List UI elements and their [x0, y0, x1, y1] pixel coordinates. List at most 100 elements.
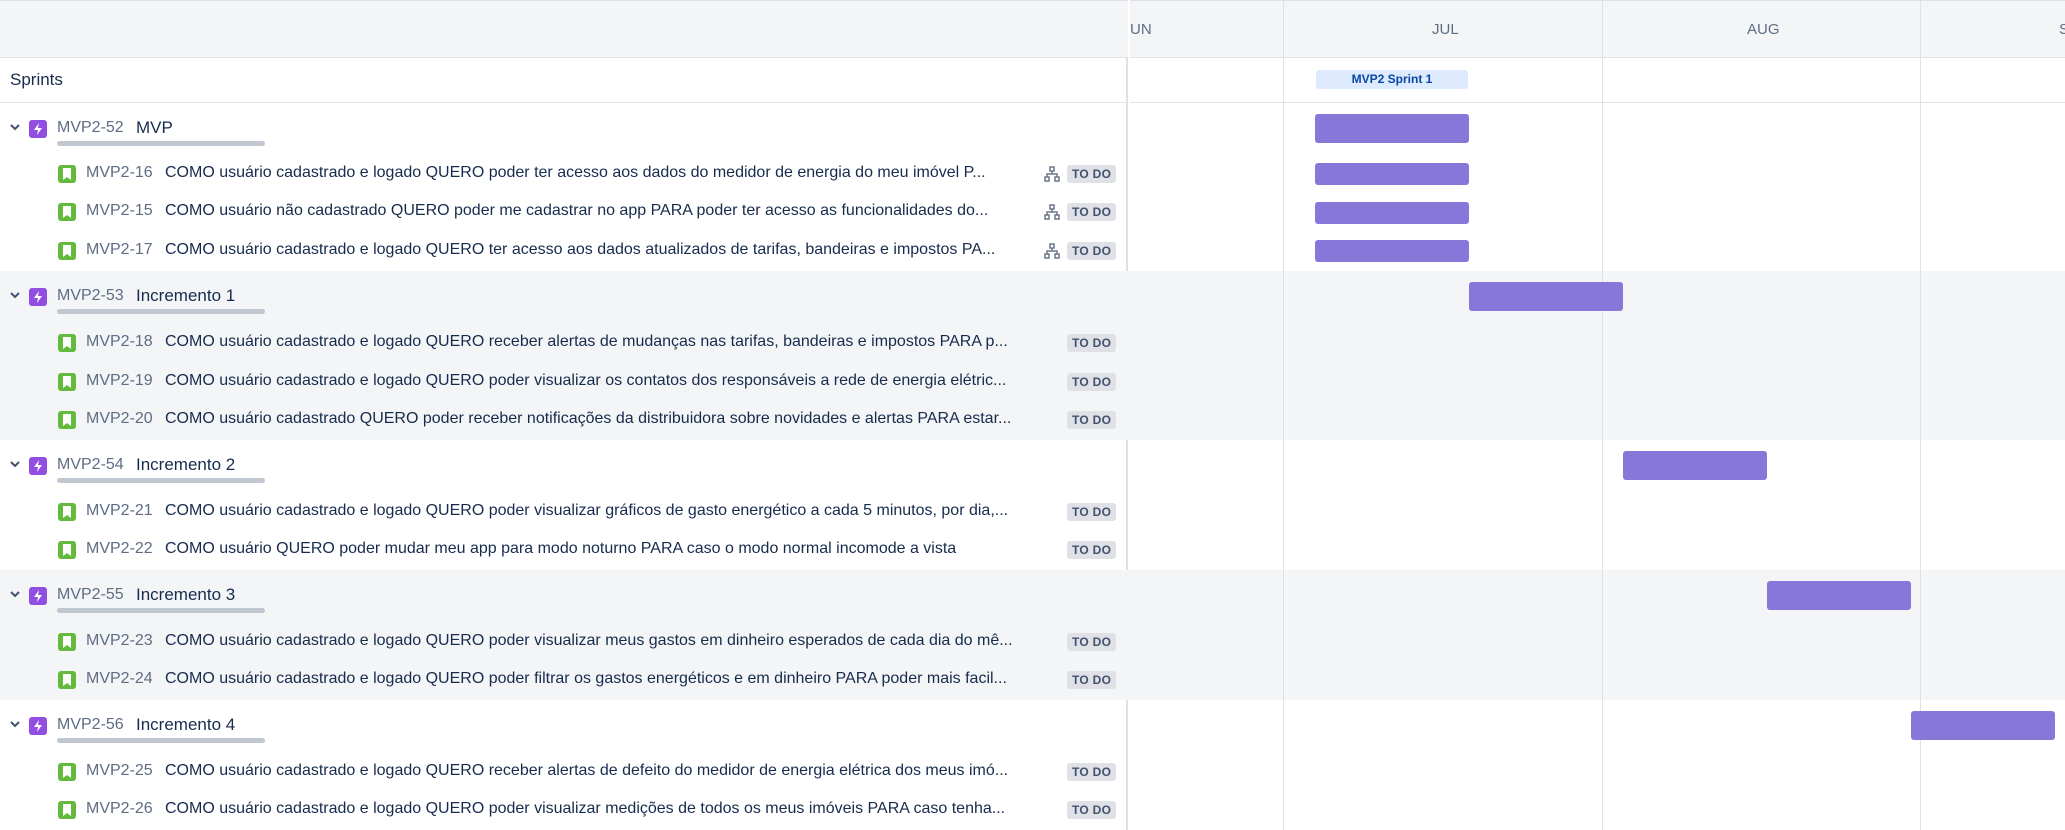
story-summary[interactable]: COMO usuário cadastrado e logado QUERO r…	[165, 762, 1060, 780]
epic-row-mvp2-54[interactable]: MVP2-54 Incremento 2	[0, 447, 1128, 485]
story-key[interactable]: MVP2-18	[86, 333, 153, 351]
issue-list-panel: Sprints MVP2-52 MVP MVP2-16 COMO usuário…	[0, 0, 1128, 830]
status-badge[interactable]: TO DO	[1067, 633, 1117, 651]
timeline-bar-mvp2-17[interactable]	[1315, 240, 1469, 262]
story-row-mvp2-24[interactable]: MVP2-24 COMO usuário cadastrado e logado…	[0, 661, 1128, 699]
epic-title[interactable]: Incremento 3	[136, 585, 235, 605]
status-badge[interactable]: TO DO	[1067, 671, 1117, 689]
epic-progress-bar	[57, 738, 265, 743]
story-row-mvp2-20[interactable]: MVP2-20 COMO usuário cadastrado QUERO po…	[0, 401, 1128, 439]
status-badge[interactable]: TO DO	[1067, 541, 1117, 559]
story-summary[interactable]: COMO usuário cadastrado e logado QUERO p…	[165, 632, 1060, 650]
epic-row-mvp2-55[interactable]: MVP2-55 Incremento 3	[0, 577, 1128, 615]
story-key[interactable]: MVP2-15	[86, 202, 153, 220]
story-row-mvp2-19[interactable]: MVP2-19 COMO usuário cadastrado e logado…	[0, 363, 1128, 401]
timeline-sprints-row: MVP2 Sprint 1	[1130, 58, 2065, 103]
epic-icon	[29, 288, 47, 306]
story-summary[interactable]: COMO usuário cadastrado e logado QUERO t…	[165, 241, 1060, 259]
story-summary[interactable]: COMO usuário não cadastrado QUERO poder …	[165, 202, 1060, 220]
child-issues-icon[interactable]	[1044, 204, 1060, 220]
story-summary[interactable]: COMO usuário cadastrado e logado QUERO p…	[165, 670, 1060, 688]
status-badge[interactable]: TO DO	[1067, 334, 1117, 352]
epic-progress-bar	[57, 309, 265, 314]
epic-icon	[29, 457, 47, 475]
story-key[interactable]: MVP2-22	[86, 540, 153, 558]
story-key[interactable]: MVP2-24	[86, 670, 153, 688]
chevron-down-icon[interactable]	[8, 587, 22, 601]
timeline-panel: UN JUL AUG S MVP2 Sprint 1	[1130, 0, 2065, 830]
status-badge[interactable]: TO DO	[1067, 373, 1117, 391]
child-issues-icon[interactable]	[1044, 243, 1060, 259]
status-badge[interactable]: TO DO	[1067, 203, 1117, 221]
story-row-mvp2-15[interactable]: MVP2-15 COMO usuário não cadastrado QUER…	[0, 193, 1128, 231]
epic-title[interactable]: Incremento 4	[136, 715, 235, 735]
epic-title[interactable]: Incremento 2	[136, 455, 235, 475]
story-row-mvp2-16[interactable]: MVP2-16 COMO usuário cadastrado e logado…	[0, 155, 1128, 193]
timeline-bar-mvp2-15[interactable]	[1315, 202, 1469, 224]
epic-key[interactable]: MVP2-56	[57, 716, 124, 734]
epic-progress-bar	[57, 141, 265, 146]
epic-key[interactable]: MVP2-55	[57, 586, 124, 604]
story-key[interactable]: MVP2-19	[86, 372, 153, 390]
story-icon	[58, 334, 76, 352]
story-icon	[58, 503, 76, 521]
story-summary[interactable]: COMO usuário cadastrado QUERO poder rece…	[165, 410, 1060, 428]
story-key[interactable]: MVP2-17	[86, 241, 153, 259]
story-key[interactable]: MVP2-25	[86, 762, 153, 780]
story-summary[interactable]: COMO usuário cadastrado e logado QUERO p…	[165, 164, 1060, 182]
epic-row-mvp2-56[interactable]: MVP2-56 Incremento 4	[0, 707, 1128, 745]
month-divider	[1602, 0, 1603, 830]
status-badge[interactable]: TO DO	[1067, 165, 1117, 183]
sprints-row: Sprints	[0, 58, 1128, 103]
story-key[interactable]: MVP2-20	[86, 410, 153, 428]
list-header	[0, 0, 1128, 58]
sprint-chip[interactable]: MVP2 Sprint 1	[1316, 70, 1468, 89]
story-summary[interactable]: COMO usuário cadastrado e logado QUERO p…	[165, 372, 1060, 390]
story-key[interactable]: MVP2-23	[86, 632, 153, 650]
story-key[interactable]: MVP2-21	[86, 502, 153, 520]
epic-key[interactable]: MVP2-53	[57, 287, 124, 305]
timeline-bar-mvp2-55[interactable]	[1767, 581, 1911, 610]
story-row-mvp2-21[interactable]: MVP2-21 COMO usuário cadastrado e logado…	[0, 493, 1128, 531]
roadmap-view: UN JUL AUG S MVP2 Sprint 1 Sprints MVP2-…	[0, 0, 2065, 830]
story-row-mvp2-18[interactable]: MVP2-18 COMO usuário cadastrado e logado…	[0, 324, 1128, 362]
status-badge[interactable]: TO DO	[1067, 411, 1117, 429]
status-badge[interactable]: TO DO	[1067, 763, 1117, 781]
status-badge[interactable]: TO DO	[1067, 801, 1117, 819]
chevron-down-icon[interactable]	[8, 120, 22, 134]
epic-icon	[29, 717, 47, 735]
epic-key[interactable]: MVP2-52	[57, 119, 124, 137]
story-summary[interactable]: COMO usuário QUERO poder mudar meu app p…	[165, 540, 1060, 558]
epic-icon	[29, 120, 47, 138]
epic-row-mvp2-53[interactable]: MVP2-53 Incremento 1	[0, 278, 1128, 316]
child-issues-icon[interactable]	[1044, 166, 1060, 182]
epic-row-mvp2-52[interactable]: MVP2-52 MVP	[0, 110, 1128, 148]
timeline-bar-mvp2-52[interactable]	[1315, 114, 1469, 143]
story-summary[interactable]: COMO usuário cadastrado e logado QUERO p…	[165, 502, 1060, 520]
timeline-bar-mvp2-54[interactable]	[1623, 451, 1767, 480]
story-row-mvp2-26[interactable]: MVP2-26 COMO usuário cadastrado e logado…	[0, 791, 1128, 829]
story-summary[interactable]: COMO usuário cadastrado e logado QUERO r…	[165, 333, 1060, 351]
chevron-down-icon[interactable]	[8, 288, 22, 302]
story-row-mvp2-22[interactable]: MVP2-22 COMO usuário QUERO poder mudar m…	[0, 531, 1128, 569]
story-key[interactable]: MVP2-16	[86, 164, 153, 182]
epic-title[interactable]: MVP	[136, 118, 173, 138]
status-badge[interactable]: TO DO	[1067, 242, 1117, 260]
story-row-mvp2-17[interactable]: MVP2-17 COMO usuário cadastrado e logado…	[0, 232, 1128, 270]
story-icon	[58, 242, 76, 260]
timeline-bar-mvp2-53[interactable]	[1469, 282, 1623, 311]
story-key[interactable]: MVP2-26	[86, 800, 153, 818]
status-badge[interactable]: TO DO	[1067, 503, 1117, 521]
story-icon	[58, 763, 76, 781]
epic-key[interactable]: MVP2-54	[57, 456, 124, 474]
story-row-mvp2-23[interactable]: MVP2-23 COMO usuário cadastrado e logado…	[0, 623, 1128, 661]
timeline-bar-mvp2-56[interactable]	[1911, 711, 2055, 740]
story-row-mvp2-25[interactable]: MVP2-25 COMO usuário cadastrado e logado…	[0, 753, 1128, 791]
epic-progress-bar	[57, 478, 265, 483]
chevron-down-icon[interactable]	[8, 717, 22, 731]
story-icon	[58, 671, 76, 689]
story-summary[interactable]: COMO usuário cadastrado e logado QUERO p…	[165, 800, 1060, 818]
chevron-down-icon[interactable]	[8, 457, 22, 471]
epic-title[interactable]: Incremento 1	[136, 286, 235, 306]
timeline-bar-mvp2-16[interactable]	[1315, 163, 1469, 185]
